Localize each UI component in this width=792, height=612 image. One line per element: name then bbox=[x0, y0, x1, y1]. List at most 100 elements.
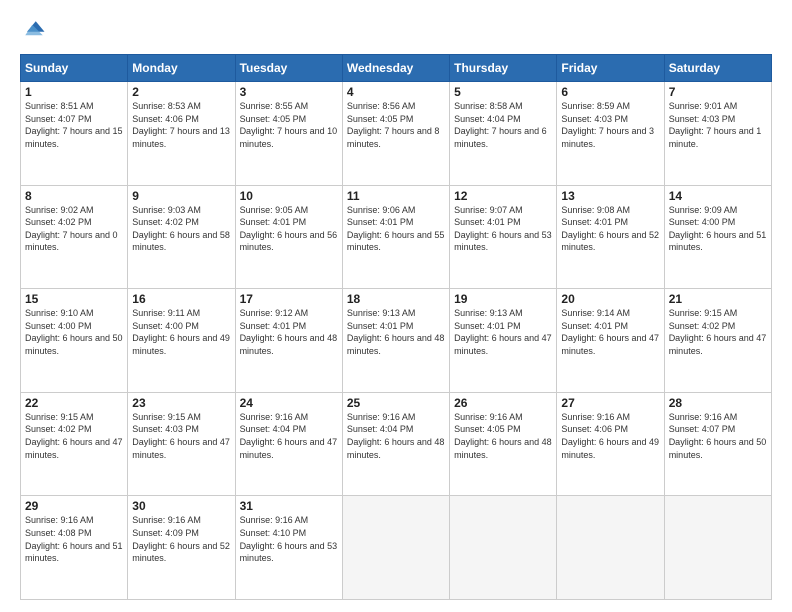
day-info: Sunrise: 9:16 AMSunset: 4:06 PMDaylight:… bbox=[561, 411, 659, 461]
calendar-week-5: 29Sunrise: 9:16 AMSunset: 4:08 PMDayligh… bbox=[21, 496, 772, 600]
calendar-table: SundayMondayTuesdayWednesdayThursdayFrid… bbox=[20, 54, 772, 600]
day-info: Sunrise: 9:08 AMSunset: 4:01 PMDaylight:… bbox=[561, 204, 659, 254]
day-number: 11 bbox=[347, 189, 445, 203]
page: SundayMondayTuesdayWednesdayThursdayFrid… bbox=[0, 0, 792, 612]
day-cell-25: 25Sunrise: 9:16 AMSunset: 4:04 PMDayligh… bbox=[342, 392, 449, 496]
day-cell-17: 17Sunrise: 9:12 AMSunset: 4:01 PMDayligh… bbox=[235, 289, 342, 393]
day-cell-5: 5Sunrise: 8:58 AMSunset: 4:04 PMDaylight… bbox=[450, 82, 557, 186]
day-info: Sunrise: 9:06 AMSunset: 4:01 PMDaylight:… bbox=[347, 204, 445, 254]
logo bbox=[20, 16, 52, 44]
weekday-header-tuesday: Tuesday bbox=[235, 55, 342, 82]
logo-icon bbox=[20, 16, 48, 44]
day-cell-2: 2Sunrise: 8:53 AMSunset: 4:06 PMDaylight… bbox=[128, 82, 235, 186]
day-cell-21: 21Sunrise: 9:15 AMSunset: 4:02 PMDayligh… bbox=[664, 289, 771, 393]
day-number: 3 bbox=[240, 85, 338, 99]
day-cell-27: 27Sunrise: 9:16 AMSunset: 4:06 PMDayligh… bbox=[557, 392, 664, 496]
weekday-header-thursday: Thursday bbox=[450, 55, 557, 82]
calendar-week-1: 1Sunrise: 8:51 AMSunset: 4:07 PMDaylight… bbox=[21, 82, 772, 186]
day-cell-22: 22Sunrise: 9:15 AMSunset: 4:02 PMDayligh… bbox=[21, 392, 128, 496]
day-number: 28 bbox=[669, 396, 767, 410]
day-info: Sunrise: 9:11 AMSunset: 4:00 PMDaylight:… bbox=[132, 307, 230, 357]
day-info: Sunrise: 9:02 AMSunset: 4:02 PMDaylight:… bbox=[25, 204, 123, 254]
day-number: 8 bbox=[25, 189, 123, 203]
weekday-header-friday: Friday bbox=[557, 55, 664, 82]
day-cell-9: 9Sunrise: 9:03 AMSunset: 4:02 PMDaylight… bbox=[128, 185, 235, 289]
day-number: 13 bbox=[561, 189, 659, 203]
calendar-week-3: 15Sunrise: 9:10 AMSunset: 4:00 PMDayligh… bbox=[21, 289, 772, 393]
day-number: 14 bbox=[669, 189, 767, 203]
day-number: 6 bbox=[561, 85, 659, 99]
day-cell-4: 4Sunrise: 8:56 AMSunset: 4:05 PMDaylight… bbox=[342, 82, 449, 186]
day-cell-16: 16Sunrise: 9:11 AMSunset: 4:00 PMDayligh… bbox=[128, 289, 235, 393]
day-info: Sunrise: 9:07 AMSunset: 4:01 PMDaylight:… bbox=[454, 204, 552, 254]
day-info: Sunrise: 9:16 AMSunset: 4:10 PMDaylight:… bbox=[240, 514, 338, 564]
calendar-week-4: 22Sunrise: 9:15 AMSunset: 4:02 PMDayligh… bbox=[21, 392, 772, 496]
day-info: Sunrise: 8:58 AMSunset: 4:04 PMDaylight:… bbox=[454, 100, 552, 150]
day-number: 19 bbox=[454, 292, 552, 306]
day-info: Sunrise: 9:16 AMSunset: 4:04 PMDaylight:… bbox=[347, 411, 445, 461]
day-cell-3: 3Sunrise: 8:55 AMSunset: 4:05 PMDaylight… bbox=[235, 82, 342, 186]
day-cell-7: 7Sunrise: 9:01 AMSunset: 4:03 PMDaylight… bbox=[664, 82, 771, 186]
day-cell-8: 8Sunrise: 9:02 AMSunset: 4:02 PMDaylight… bbox=[21, 185, 128, 289]
day-info: Sunrise: 8:55 AMSunset: 4:05 PMDaylight:… bbox=[240, 100, 338, 150]
day-cell-15: 15Sunrise: 9:10 AMSunset: 4:00 PMDayligh… bbox=[21, 289, 128, 393]
day-cell-26: 26Sunrise: 9:16 AMSunset: 4:05 PMDayligh… bbox=[450, 392, 557, 496]
day-cell-20: 20Sunrise: 9:14 AMSunset: 4:01 PMDayligh… bbox=[557, 289, 664, 393]
day-info: Sunrise: 9:13 AMSunset: 4:01 PMDaylight:… bbox=[347, 307, 445, 357]
day-cell-28: 28Sunrise: 9:16 AMSunset: 4:07 PMDayligh… bbox=[664, 392, 771, 496]
day-cell-24: 24Sunrise: 9:16 AMSunset: 4:04 PMDayligh… bbox=[235, 392, 342, 496]
empty-cell bbox=[664, 496, 771, 600]
day-cell-13: 13Sunrise: 9:08 AMSunset: 4:01 PMDayligh… bbox=[557, 185, 664, 289]
calendar-header: SundayMondayTuesdayWednesdayThursdayFrid… bbox=[21, 55, 772, 82]
day-number: 21 bbox=[669, 292, 767, 306]
day-info: Sunrise: 9:05 AMSunset: 4:01 PMDaylight:… bbox=[240, 204, 338, 254]
day-cell-29: 29Sunrise: 9:16 AMSunset: 4:08 PMDayligh… bbox=[21, 496, 128, 600]
day-number: 18 bbox=[347, 292, 445, 306]
day-cell-19: 19Sunrise: 9:13 AMSunset: 4:01 PMDayligh… bbox=[450, 289, 557, 393]
day-cell-23: 23Sunrise: 9:15 AMSunset: 4:03 PMDayligh… bbox=[128, 392, 235, 496]
weekday-header-wednesday: Wednesday bbox=[342, 55, 449, 82]
day-info: Sunrise: 9:09 AMSunset: 4:00 PMDaylight:… bbox=[669, 204, 767, 254]
day-cell-31: 31Sunrise: 9:16 AMSunset: 4:10 PMDayligh… bbox=[235, 496, 342, 600]
day-number: 27 bbox=[561, 396, 659, 410]
weekday-header-sunday: Sunday bbox=[21, 55, 128, 82]
day-cell-6: 6Sunrise: 8:59 AMSunset: 4:03 PMDaylight… bbox=[557, 82, 664, 186]
day-number: 15 bbox=[25, 292, 123, 306]
weekday-header-monday: Monday bbox=[128, 55, 235, 82]
day-number: 10 bbox=[240, 189, 338, 203]
day-number: 17 bbox=[240, 292, 338, 306]
weekday-row: SundayMondayTuesdayWednesdayThursdayFrid… bbox=[21, 55, 772, 82]
day-info: Sunrise: 9:01 AMSunset: 4:03 PMDaylight:… bbox=[669, 100, 767, 150]
day-number: 23 bbox=[132, 396, 230, 410]
day-info: Sunrise: 9:15 AMSunset: 4:03 PMDaylight:… bbox=[132, 411, 230, 461]
day-number: 12 bbox=[454, 189, 552, 203]
day-number: 26 bbox=[454, 396, 552, 410]
calendar-body: 1Sunrise: 8:51 AMSunset: 4:07 PMDaylight… bbox=[21, 82, 772, 600]
day-info: Sunrise: 9:12 AMSunset: 4:01 PMDaylight:… bbox=[240, 307, 338, 357]
day-cell-11: 11Sunrise: 9:06 AMSunset: 4:01 PMDayligh… bbox=[342, 185, 449, 289]
day-info: Sunrise: 8:59 AMSunset: 4:03 PMDaylight:… bbox=[561, 100, 659, 150]
day-number: 16 bbox=[132, 292, 230, 306]
day-number: 1 bbox=[25, 85, 123, 99]
day-info: Sunrise: 9:14 AMSunset: 4:01 PMDaylight:… bbox=[561, 307, 659, 357]
day-info: Sunrise: 8:51 AMSunset: 4:07 PMDaylight:… bbox=[25, 100, 123, 150]
day-cell-1: 1Sunrise: 8:51 AMSunset: 4:07 PMDaylight… bbox=[21, 82, 128, 186]
day-info: Sunrise: 9:03 AMSunset: 4:02 PMDaylight:… bbox=[132, 204, 230, 254]
day-cell-12: 12Sunrise: 9:07 AMSunset: 4:01 PMDayligh… bbox=[450, 185, 557, 289]
day-number: 30 bbox=[132, 499, 230, 513]
day-info: Sunrise: 9:16 AMSunset: 4:08 PMDaylight:… bbox=[25, 514, 123, 564]
day-cell-10: 10Sunrise: 9:05 AMSunset: 4:01 PMDayligh… bbox=[235, 185, 342, 289]
day-number: 24 bbox=[240, 396, 338, 410]
day-info: Sunrise: 9:16 AMSunset: 4:09 PMDaylight:… bbox=[132, 514, 230, 564]
day-info: Sunrise: 9:10 AMSunset: 4:00 PMDaylight:… bbox=[25, 307, 123, 357]
header bbox=[20, 16, 772, 44]
day-info: Sunrise: 9:13 AMSunset: 4:01 PMDaylight:… bbox=[454, 307, 552, 357]
day-info: Sunrise: 8:53 AMSunset: 4:06 PMDaylight:… bbox=[132, 100, 230, 150]
empty-cell bbox=[342, 496, 449, 600]
weekday-header-saturday: Saturday bbox=[664, 55, 771, 82]
empty-cell bbox=[557, 496, 664, 600]
day-number: 31 bbox=[240, 499, 338, 513]
day-info: Sunrise: 8:56 AMSunset: 4:05 PMDaylight:… bbox=[347, 100, 445, 150]
day-cell-14: 14Sunrise: 9:09 AMSunset: 4:00 PMDayligh… bbox=[664, 185, 771, 289]
empty-cell bbox=[450, 496, 557, 600]
